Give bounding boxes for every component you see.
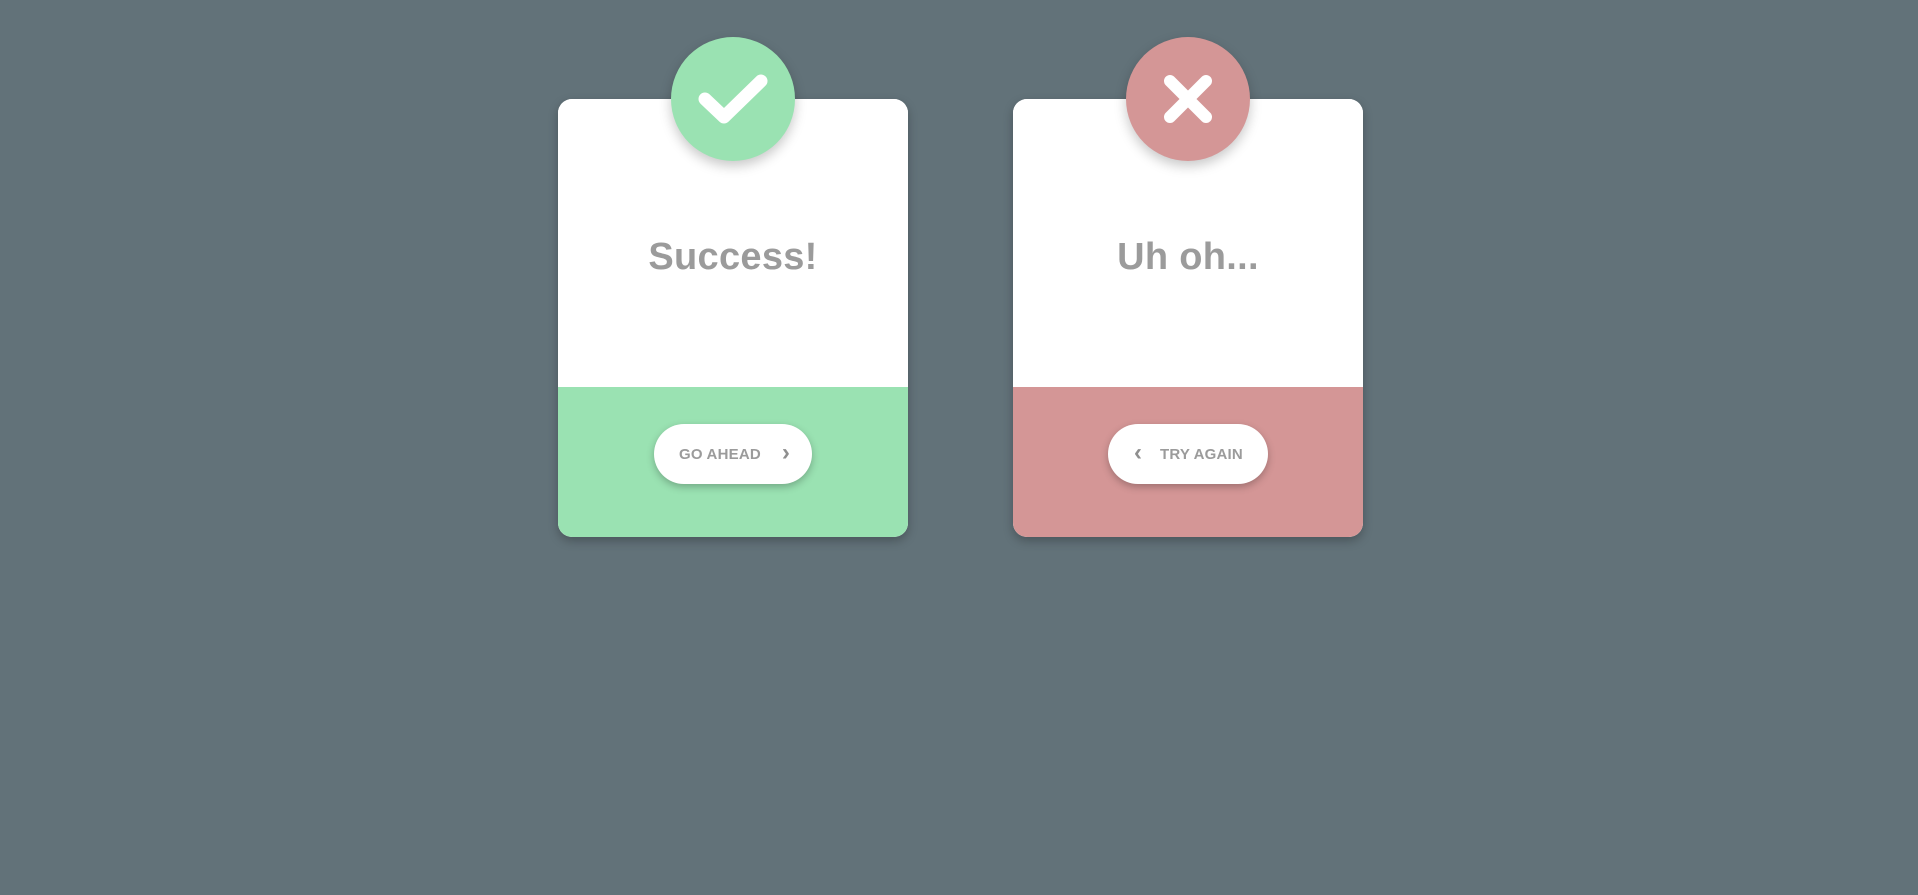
success-badge xyxy=(671,37,795,161)
try-again-button[interactable]: ‹ TRY AGAIN xyxy=(1108,424,1268,484)
chevron-left-icon: ‹ xyxy=(1134,438,1142,466)
check-icon xyxy=(698,74,768,124)
error-title: Uh oh... xyxy=(1117,236,1259,278)
go-ahead-button[interactable]: GO AHEAD › xyxy=(654,424,812,484)
error-badge xyxy=(1126,37,1250,161)
go-ahead-label: GO AHEAD xyxy=(679,445,761,463)
try-again-label: TRY AGAIN xyxy=(1160,445,1243,463)
success-title: Success! xyxy=(648,236,818,278)
error-card-footer: ‹ TRY AGAIN xyxy=(1013,387,1363,537)
error-card: Uh oh... ‹ TRY AGAIN xyxy=(1013,37,1363,537)
close-icon xyxy=(1164,75,1212,123)
success-card: Success! GO AHEAD › xyxy=(558,37,908,537)
success-card-footer: GO AHEAD › xyxy=(558,387,908,537)
chevron-right-icon: › xyxy=(781,438,790,466)
